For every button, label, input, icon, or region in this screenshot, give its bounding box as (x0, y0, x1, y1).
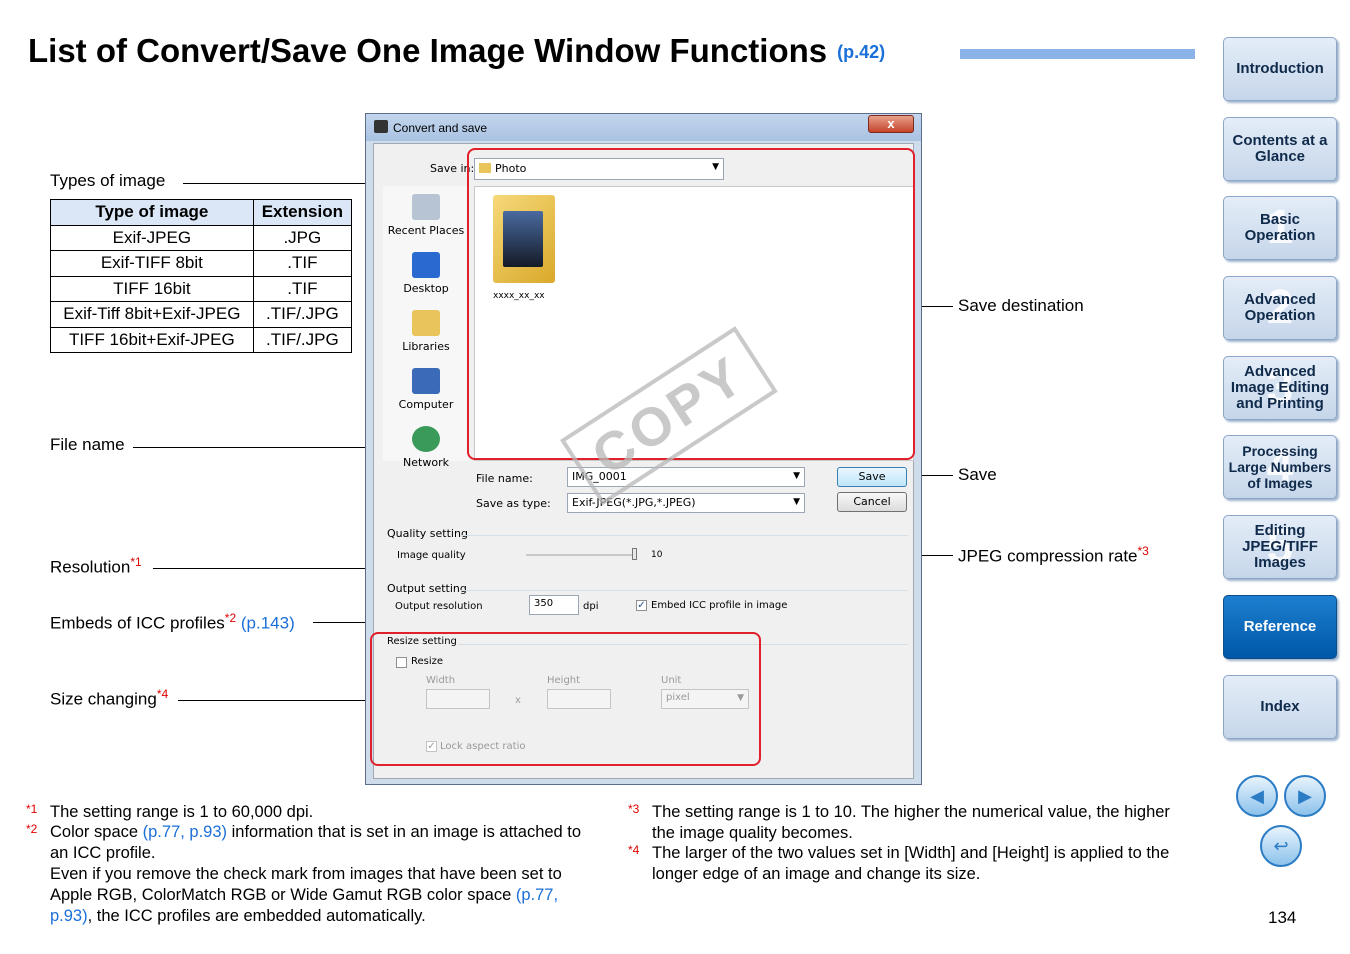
callout-size-changing: Size changing*4 (50, 687, 169, 709)
callout-jpeg-rate: JPEG compression rate*3 (958, 544, 1149, 566)
table-cell: .TIF/.JPG (252, 301, 353, 328)
image-quality-value: 10 (651, 550, 663, 560)
table-header: Type of image (50, 199, 254, 226)
network-icon (412, 426, 440, 452)
image-quality-slider[interactable] (526, 554, 636, 556)
dpi-label: dpi (583, 601, 599, 612)
embed-icc-label: Embed ICC profile in image (651, 600, 788, 611)
sidebar-item-contents[interactable]: Contents at a Glance (1223, 117, 1337, 181)
sidebar-item-processing[interactable]: 4 Processing Large Numbers of Images (1223, 435, 1337, 499)
desktop-icon (412, 252, 440, 278)
table-cell: Exif-Tiff 8bit+Exif-JPEG (50, 301, 254, 328)
sidebar-item-introduction[interactable]: Introduction (1223, 37, 1337, 101)
title-page-ref-link[interactable]: (p.42) (837, 42, 885, 62)
table-row: TIFF 16bit+Exif-JPEG .TIF/.JPG (50, 326, 353, 353)
close-button[interactable]: x (868, 115, 914, 133)
callout-icc-profiles: Embeds of ICC profiles*2 (p.143) (50, 611, 295, 633)
output-resolution-input[interactable]: 350 (529, 595, 579, 615)
callout-types-of-image: Types of image (50, 171, 166, 190)
callout-save-destination: Save destination (958, 296, 1084, 315)
table-row: Exif-Tiff 8bit+Exif-JPEG .TIF/.JPG (50, 301, 353, 328)
image-quality-label: Image quality (397, 550, 466, 561)
prev-page-button[interactable]: ◀ (1236, 775, 1278, 817)
callout-file-name: File name (50, 435, 125, 454)
divider (462, 535, 908, 536)
cancel-button[interactable]: Cancel (837, 492, 907, 512)
page-title: List of Convert/Save One Image Window Fu… (28, 32, 886, 69)
quality-setting-title: Quality setting (387, 527, 468, 540)
recent-places-icon (412, 194, 440, 220)
arrow-left-icon: ◀ (1250, 785, 1264, 806)
page-number: 134 (1268, 908, 1297, 927)
arrow-right-icon: ▶ (1298, 785, 1312, 806)
place-computer[interactable]: Computer (383, 368, 469, 411)
chevron-down-icon: ▼ (793, 471, 800, 481)
embed-icc-checkbox[interactable]: ✓ (636, 600, 647, 611)
table-cell: .TIF (252, 250, 353, 277)
icc-page-ref-link[interactable]: (p.143) (241, 614, 295, 633)
table-cell: Exif-JPEG (50, 224, 254, 251)
camera-icon (374, 120, 388, 133)
leader-line (178, 700, 372, 701)
dialog-title: Convert and save (393, 121, 488, 135)
table-cell: Exif-TIFF 8bit (50, 250, 254, 277)
return-button[interactable]: ↩ (1260, 825, 1302, 867)
table-row: Exif-TIFF 8bit .TIF (50, 250, 353, 277)
save-button[interactable]: Save (837, 467, 907, 487)
place-recent-places[interactable]: Recent Places (383, 194, 469, 237)
file-name-label: File name: (476, 472, 533, 485)
sidebar-item-advanced-editing[interactable]: 3 Advanced Image Editing and Printing (1223, 356, 1337, 420)
table-row: TIFF 16bit .TIF (50, 275, 353, 302)
output-setting-title: Output setting (387, 582, 467, 595)
color-space-ref-link[interactable]: (p.77, p.93) (143, 823, 227, 841)
next-page-button[interactable]: ▶ (1284, 775, 1326, 817)
footnote-2: *2 Color space (p.77, p.93) information … (26, 822, 582, 925)
slider-thumb[interactable] (632, 548, 637, 560)
dialog-titlebar: Convert and save x (366, 114, 921, 141)
table-cell: TIFF 16bit+Exif-JPEG (50, 326, 254, 353)
table-header: Extension (252, 199, 353, 226)
places-bar: Recent Places Desktop Libraries Computer… (383, 186, 469, 469)
table-row: Exif-JPEG .JPG (50, 224, 353, 251)
footnote-4: *4 The larger of the two values set in [… (628, 843, 1170, 883)
image-types-table: Type of image Extension Exif-JPEG .JPG Ex… (50, 199, 353, 353)
chevron-down-icon: ▼ (793, 497, 800, 507)
table-cell: .JPG (252, 224, 353, 251)
callout-resolution: Resolution*1 (50, 555, 142, 577)
footnote-3: *3 The setting range is 1 to 10. The hig… (628, 802, 1170, 842)
table-cell: .TIF (252, 275, 353, 302)
callout-save: Save (958, 465, 997, 484)
sidebar-item-index[interactable]: Index (1223, 675, 1337, 739)
divider (460, 590, 908, 591)
sidebar-item-basic-operation[interactable]: 1 Basic Operation (1223, 196, 1337, 260)
sidebar-item-editing-jpeg[interactable]: 5 Editing JPEG/TIFF Images (1223, 515, 1337, 579)
resize-highlight (370, 632, 761, 766)
return-icon: ↩ (1273, 835, 1289, 856)
output-resolution-label: Output resolution (395, 601, 483, 612)
table-cell: TIFF 16bit (50, 275, 254, 302)
place-network[interactable]: Network (383, 426, 469, 469)
sidebar-item-reference[interactable]: Reference (1223, 595, 1337, 659)
title-accent-bar (960, 49, 1195, 59)
table-cell: .TIF/.JPG (252, 326, 353, 353)
computer-icon (412, 368, 440, 394)
libraries-icon (412, 310, 440, 336)
place-desktop[interactable]: Desktop (383, 252, 469, 295)
save-type-label: Save as type: (476, 497, 551, 510)
footnote-1: *1 The setting range is 1 to 60,000 dpi. (26, 802, 314, 821)
sidebar-item-advanced-operation[interactable]: 2 Advanced Operation (1223, 276, 1337, 340)
place-libraries[interactable]: Libraries (383, 310, 469, 353)
